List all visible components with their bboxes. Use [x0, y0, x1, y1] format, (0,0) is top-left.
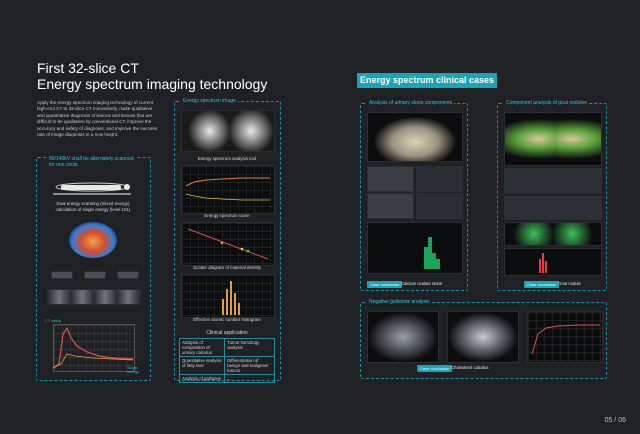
gout-conclusion-text: Gout nodule [558, 281, 581, 286]
energy-slice-image-2 [84, 271, 106, 279]
urinary-conclusion-chip: Case conclusion [367, 281, 403, 288]
gout-histogram-bars [539, 253, 547, 273]
ct-thumbnail-strip [47, 289, 141, 305]
clinical-cell: Analysis of composition of urinary calcu… [178, 338, 226, 357]
clinical-cell: Analysis of gallstone [178, 374, 226, 383]
pelvis-3d-image [367, 112, 463, 162]
intro-paragraph: Apply the energy spectrum imaging techno… [37, 100, 158, 138]
ct-value-xlabel: Single energy [127, 366, 139, 374]
urinary-stone-box: Analysis of urinary stone components Cas… [360, 100, 468, 291]
gout-green-overlay [504, 222, 602, 246]
scatter-label: Scatter diagram of material density [193, 265, 261, 270]
dual-energy-box: 80/140kV shall be alternately scanned fo… [36, 156, 151, 381]
spectrum-curve-label: Energy spectrum curve [204, 213, 250, 218]
urinary-conclusion-text: Calcium oxalate stone [401, 281, 443, 286]
scatter-points [187, 228, 269, 260]
feet-3d-image [504, 112, 602, 166]
clinical-cell: Differentiation of benign and malignant … [224, 356, 275, 375]
urinary-histogram-bars [424, 237, 440, 269]
dual-energy-caption: Dual energy scanning (mixed energy) calc… [55, 201, 131, 212]
clinical-cell: ... [224, 374, 275, 383]
gout-histogram-chart [504, 248, 602, 276]
page-title-line2: Energy spectrum imaging technology [37, 76, 268, 92]
clinical-cell: Quantitative analysis of fatty liver [178, 356, 226, 375]
gout-nodule-box: Component analysis of gout nodules Case … [497, 100, 607, 291]
ct-value-curve [53, 326, 133, 369]
histogram-bars [222, 281, 240, 315]
energy-image-title: Energy spectrum image [181, 98, 238, 104]
gout-ct-row-2 [504, 196, 602, 220]
urinary-ct-slice-2 [416, 166, 463, 192]
page-indicator: 05 / 06 [604, 417, 626, 424]
energy-slice-image-3 [117, 271, 139, 279]
urinary-histogram-chart [367, 222, 463, 274]
gallstone-ct-image-1 [367, 311, 439, 363]
histogram-label: Effective atomic number histogram [193, 317, 261, 322]
urinary-ct-slice-3 [367, 193, 414, 219]
gallstone-title: Negative gallstone analysis [367, 299, 432, 305]
urinary-title: Analysis of urinary stone components [367, 100, 455, 106]
gallstone-box: Negative gallstone analysis Case conclus… [360, 299, 607, 379]
energy-spectrum-image-box: Energy spectrum image Energy spectrum an… [174, 98, 281, 383]
ct-value-chart: CT value Single energy [43, 318, 143, 374]
gallstone-ct-image-2 [447, 311, 519, 363]
gout-title: Component analysis of gout nodules [504, 100, 589, 106]
analysis-tool-label: Energy spectrum analysis tool [197, 156, 257, 161]
ct-value-label: CT value [45, 318, 61, 323]
clinical-application-table: Analysis of composition of urinary calcu… [178, 338, 275, 383]
gallstone-conclusion-chip: Case conclusion [417, 365, 453, 372]
urinary-ct-slice-4 [416, 193, 463, 219]
dual-energy-title: 80/140kV shall be alternately scanned fo… [47, 156, 137, 168]
patient-table-illustration [53, 182, 131, 195]
atomic-number-histogram-chart [181, 274, 275, 318]
urinary-ct-slice-1 [367, 166, 414, 192]
material-density-scatter-chart [181, 222, 275, 266]
page-title-line1: First 32-slice CT [37, 60, 139, 76]
spectrum-curve-lines [185, 177, 270, 201]
clinical-cell: Tumor homology analysis [224, 338, 275, 357]
clinical-cases-title: Energy spectrum clinical cases [357, 73, 497, 88]
gout-conclusion-chip: Case conclusion [524, 281, 560, 288]
color-ct-slice-image [69, 222, 117, 258]
spectrum-ct-image [181, 110, 275, 152]
clinical-app-title: Clinical application [206, 330, 248, 336]
gout-ct-row-1 [504, 168, 602, 194]
gallstone-curve-chart [527, 311, 603, 363]
energy-slice-image-1 [51, 271, 73, 279]
gallstone-conclusion-text: Cholesterol calculus [451, 365, 489, 370]
gallstone-curve-line [531, 324, 600, 355]
energy-spectrum-curve-chart [181, 165, 275, 214]
